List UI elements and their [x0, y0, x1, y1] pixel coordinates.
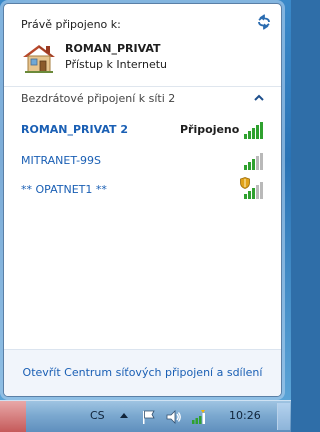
currently-connected-title: Právě připojeno k:	[21, 18, 121, 31]
network-flyout: Právě připojeno k: ROMAN_PRIVAT Přístup …	[3, 3, 282, 397]
show-hidden-icons-icon[interactable]	[119, 411, 129, 421]
wireless-section-header[interactable]: Bezdrátové připojení k síti 2	[4, 88, 281, 110]
wireless-section-label: Bezdrátové připojení k síti 2	[21, 92, 176, 105]
language-indicator[interactable]: CS	[90, 409, 105, 422]
network-name: MITRANET-99S	[21, 154, 102, 167]
network-status: Připojeno	[180, 123, 240, 136]
network-item-roman-privat-2[interactable]: ROMAN_PRIVAT 2 Připojeno	[4, 116, 281, 144]
refresh-icon[interactable]	[255, 13, 273, 31]
taskbar-app-button[interactable]	[0, 401, 26, 432]
network-name: ** OPATNET1 **	[21, 183, 107, 196]
network-item-opatnet1[interactable]: ** OPATNET1 **	[4, 176, 281, 204]
home-network-icon	[23, 45, 55, 73]
header-divider	[4, 86, 281, 87]
show-desktop-button[interactable]	[277, 403, 290, 430]
network-item-mitranet-99s[interactable]: MITRANET-99S	[4, 147, 281, 175]
speaker-volume-icon[interactable]	[165, 408, 183, 426]
flyout-footer: Otevřít Centrum síťových připojení a sdí…	[4, 349, 281, 396]
action-center-flag-icon[interactable]	[140, 408, 158, 426]
network-name: ROMAN_PRIVAT 2	[21, 123, 129, 136]
chevron-up-icon[interactable]	[252, 91, 266, 105]
open-network-center-link[interactable]: Otevřít Centrum síťových připojení a sdí…	[4, 366, 281, 379]
taskbar-clock[interactable]: 10:26	[229, 409, 261, 422]
security-shield-icon	[240, 177, 250, 189]
taskbar: CS 10:26	[0, 400, 291, 432]
connected-network-name: ROMAN_PRIVAT	[65, 42, 161, 55]
current-connection-header: Právě připojeno k: ROMAN_PRIVAT Přístup …	[4, 4, 281, 84]
wifi-network-icon[interactable]	[190, 408, 208, 426]
signal-strength-icon	[244, 122, 263, 139]
signal-strength-icon	[244, 153, 263, 170]
connection-status-text: Přístup k Internetu	[65, 58, 168, 71]
